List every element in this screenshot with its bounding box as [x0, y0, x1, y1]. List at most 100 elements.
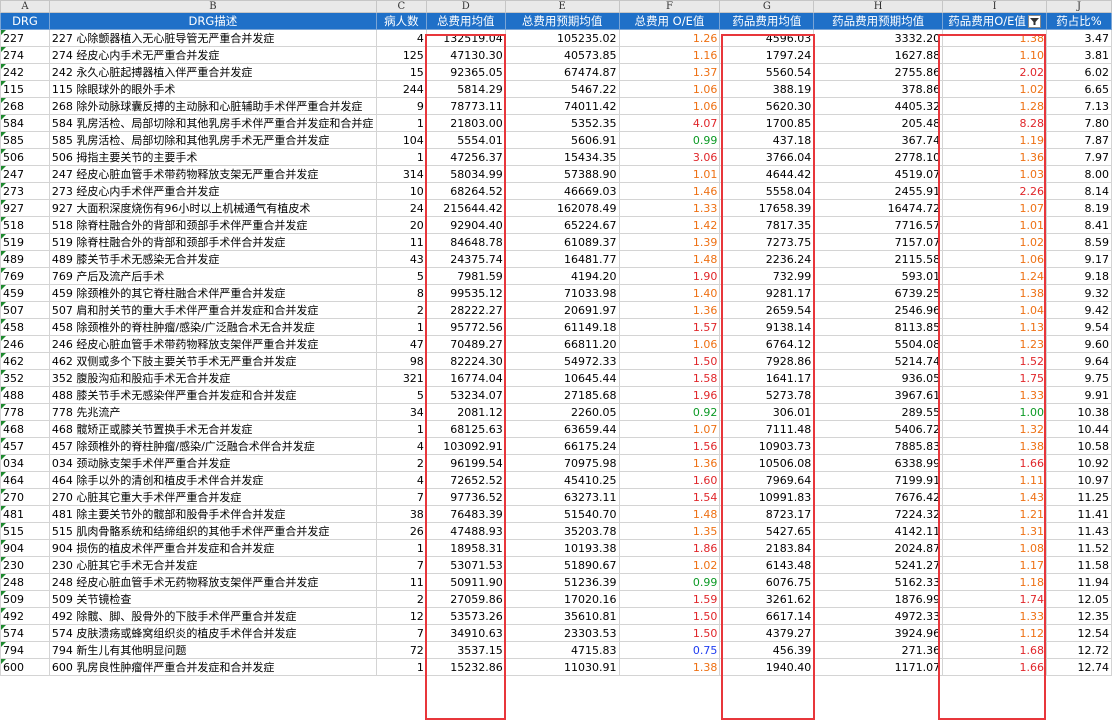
total-cost-mean-cell[interactable]: 97736.52: [425, 488, 506, 506]
drug-cost-expected-cell[interactable]: 1876.99: [813, 590, 944, 608]
total-cost-expected-cell[interactable]: 105235.02: [504, 29, 620, 47]
column-letter-G[interactable]: G: [719, 0, 815, 13]
drug-ratio-cell[interactable]: 10.38: [1046, 403, 1112, 421]
patient-count-cell[interactable]: 1: [375, 539, 427, 557]
header-cell[interactable]: 总费用 O/E值: [618, 12, 721, 30]
drg-code-cell[interactable]: 227: [0, 29, 50, 47]
drug-cost-oe-cell[interactable]: 2.02: [942, 63, 1048, 81]
total-cost-oe-cell[interactable]: 1.96: [618, 386, 721, 404]
drg-description-cell[interactable]: 509 关节镜检查: [48, 590, 377, 608]
total-cost-expected-cell[interactable]: 66175.24: [504, 437, 620, 455]
drug-cost-oe-cell[interactable]: 1.38: [942, 437, 1048, 455]
drug-cost-mean-cell[interactable]: 2236.24: [719, 250, 815, 268]
drug-cost-oe-cell[interactable]: 1.02: [942, 80, 1048, 98]
drg-code-cell[interactable]: 458: [0, 318, 50, 336]
drg-description-cell[interactable]: 230 心脏其它手术无合并发症: [48, 556, 377, 574]
drug-cost-mean-cell[interactable]: 5273.78: [719, 386, 815, 404]
drug-ratio-cell[interactable]: 11.43: [1046, 522, 1112, 540]
patient-count-cell[interactable]: 4: [375, 437, 427, 455]
column-letter-D[interactable]: D: [425, 0, 506, 13]
total-cost-mean-cell[interactable]: 2081.12: [425, 403, 506, 421]
patient-count-cell[interactable]: 2: [375, 301, 427, 319]
drug-cost-mean-cell[interactable]: 6764.12: [719, 335, 815, 353]
drg-code-cell[interactable]: 270: [0, 488, 50, 506]
drug-cost-expected-cell[interactable]: 593.01: [813, 267, 944, 285]
drg-code-cell[interactable]: 600: [0, 658, 50, 676]
drug-cost-oe-cell[interactable]: 1.36: [942, 148, 1048, 166]
drg-description-cell[interactable]: 769 产后及流产后手术: [48, 267, 377, 285]
drug-ratio-cell[interactable]: 7.80: [1046, 114, 1112, 132]
drug-ratio-cell[interactable]: 11.52: [1046, 539, 1112, 557]
drug-ratio-cell[interactable]: 9.18: [1046, 267, 1112, 285]
drg-code-cell[interactable]: 464: [0, 471, 50, 489]
drg-code-cell[interactable]: 515: [0, 522, 50, 540]
drug-cost-mean-cell[interactable]: 10506.08: [719, 454, 815, 472]
drug-cost-expected-cell[interactable]: 8113.85: [813, 318, 944, 336]
total-cost-mean-cell[interactable]: 84648.78: [425, 233, 506, 251]
drg-description-cell[interactable]: 574 皮肤溃疡或蜂窝组织炎的植皮手术伴合并发症: [48, 624, 377, 642]
total-cost-expected-cell[interactable]: 40573.85: [504, 46, 620, 64]
drug-cost-expected-cell[interactable]: 5504.08: [813, 335, 944, 353]
drug-ratio-cell[interactable]: 8.19: [1046, 199, 1112, 217]
drg-description-cell[interactable]: 600 乳房良性肿瘤伴严重合并发症和合并发症: [48, 658, 377, 676]
drug-cost-expected-cell[interactable]: 4972.33: [813, 607, 944, 625]
drg-description-cell[interactable]: 458 除颈椎外的脊柱肿瘤/感染/广泛融合术无合并发症: [48, 318, 377, 336]
drug-cost-expected-cell[interactable]: 3332.20: [813, 29, 944, 47]
patient-count-cell[interactable]: 5: [375, 386, 427, 404]
column-letter-C[interactable]: C: [375, 0, 427, 13]
patient-count-cell[interactable]: 98: [375, 352, 427, 370]
drg-description-cell[interactable]: 464 除手以外的清创和植皮手术伴合并发症: [48, 471, 377, 489]
drg-code-cell[interactable]: 927: [0, 199, 50, 217]
drug-ratio-cell[interactable]: 9.64: [1046, 352, 1112, 370]
column-letter-I[interactable]: I: [942, 0, 1048, 13]
drug-cost-expected-cell[interactable]: 1171.07: [813, 658, 944, 676]
drug-cost-oe-cell[interactable]: 1.32: [942, 420, 1048, 438]
drg-description-cell[interactable]: 927 大面积深度烧伤有96小时以上机械通气有植皮术: [48, 199, 377, 217]
drg-description-cell[interactable]: 270 心脏其它重大手术伴严重合并发症: [48, 488, 377, 506]
total-cost-oe-cell[interactable]: 0.99: [618, 131, 721, 149]
total-cost-oe-cell[interactable]: 1.58: [618, 369, 721, 387]
drg-code-cell[interactable]: 246: [0, 335, 50, 353]
total-cost-expected-cell[interactable]: 71033.98: [504, 284, 620, 302]
patient-count-cell[interactable]: 11: [375, 573, 427, 591]
total-cost-oe-cell[interactable]: 1.48: [618, 505, 721, 523]
drug-cost-mean-cell[interactable]: 2659.54: [719, 301, 815, 319]
total-cost-expected-cell[interactable]: 63659.44: [504, 420, 620, 438]
patient-count-cell[interactable]: 1: [375, 148, 427, 166]
header-cell[interactable]: 药品费用均值: [719, 12, 815, 30]
total-cost-oe-cell[interactable]: 1.36: [618, 454, 721, 472]
total-cost-oe-cell[interactable]: 1.48: [618, 250, 721, 268]
drug-cost-expected-cell[interactable]: 6739.25: [813, 284, 944, 302]
total-cost-oe-cell[interactable]: 1.06: [618, 80, 721, 98]
drg-description-cell[interactable]: 506 拇指主要关节的主要手术: [48, 148, 377, 166]
total-cost-mean-cell[interactable]: 92365.05: [425, 63, 506, 81]
drug-cost-oe-cell[interactable]: 1.19: [942, 131, 1048, 149]
total-cost-oe-cell[interactable]: 1.33: [618, 199, 721, 217]
drg-description-cell[interactable]: 115 除眼球外的眼外手术: [48, 80, 377, 98]
total-cost-oe-cell[interactable]: 3.06: [618, 148, 721, 166]
drg-description-cell[interactable]: 794 新生儿有其他明显问题: [48, 641, 377, 659]
drg-code-cell[interactable]: 034: [0, 454, 50, 472]
total-cost-mean-cell[interactable]: 50911.90: [425, 573, 506, 591]
drug-ratio-cell[interactable]: 6.02: [1046, 63, 1112, 81]
total-cost-expected-cell[interactable]: 5606.91: [504, 131, 620, 149]
drg-description-cell[interactable]: 248 经皮心脏血管手术无药物释放支架伴严重合并发症: [48, 573, 377, 591]
drg-description-cell[interactable]: 227 心除颤器植入无心脏导管无严重合并发症: [48, 29, 377, 47]
drug-cost-oe-cell[interactable]: 1.04: [942, 301, 1048, 319]
drug-cost-expected-cell[interactable]: 7199.91: [813, 471, 944, 489]
patient-count-cell[interactable]: 11: [375, 233, 427, 251]
column-letter-H[interactable]: H: [813, 0, 944, 13]
drug-cost-oe-cell[interactable]: 2.26: [942, 182, 1048, 200]
drug-ratio-cell[interactable]: 9.54: [1046, 318, 1112, 336]
drg-code-cell[interactable]: 488: [0, 386, 50, 404]
drug-cost-expected-cell[interactable]: 7676.42: [813, 488, 944, 506]
drg-code-cell[interactable]: 492: [0, 607, 50, 625]
drug-cost-expected-cell[interactable]: 367.74: [813, 131, 944, 149]
drug-cost-mean-cell[interactable]: 1700.85: [719, 114, 815, 132]
column-letter-F[interactable]: F: [618, 0, 721, 13]
drug-ratio-cell[interactable]: 11.58: [1046, 556, 1112, 574]
patient-count-cell[interactable]: 7: [375, 556, 427, 574]
drug-cost-mean-cell[interactable]: 6076.75: [719, 573, 815, 591]
drug-cost-expected-cell[interactable]: 5241.27: [813, 556, 944, 574]
total-cost-oe-cell[interactable]: 1.06: [618, 97, 721, 115]
